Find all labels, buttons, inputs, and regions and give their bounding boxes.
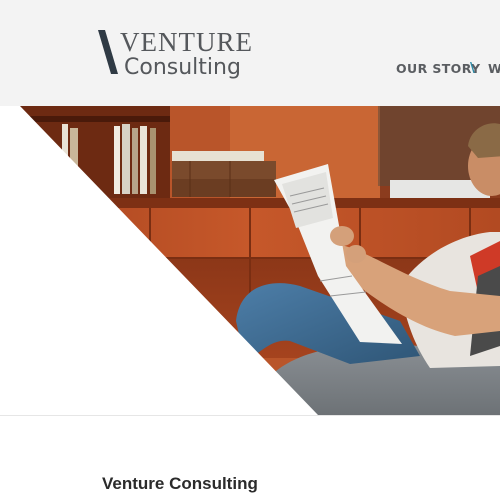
nav-item-truncated[interactable]: W: [488, 61, 500, 77]
nav-separator: \: [470, 61, 475, 76]
hero-banner: [0, 106, 500, 415]
nav-item-our-story[interactable]: OUR STORY: [396, 61, 481, 77]
hero-diagonal-white-overlay: [0, 106, 318, 415]
logo-wordmark-venture: VENTURE: [120, 27, 253, 57]
section-divider: [0, 415, 500, 416]
site-header: VENTURE Consulting OUR STORY \ W: [0, 0, 500, 106]
logo-wordmark-consulting: Consulting: [124, 55, 241, 80]
section-title: Venture Consulting: [102, 474, 258, 494]
venture-consulting-logo[interactable]: VENTURE Consulting: [98, 28, 268, 84]
